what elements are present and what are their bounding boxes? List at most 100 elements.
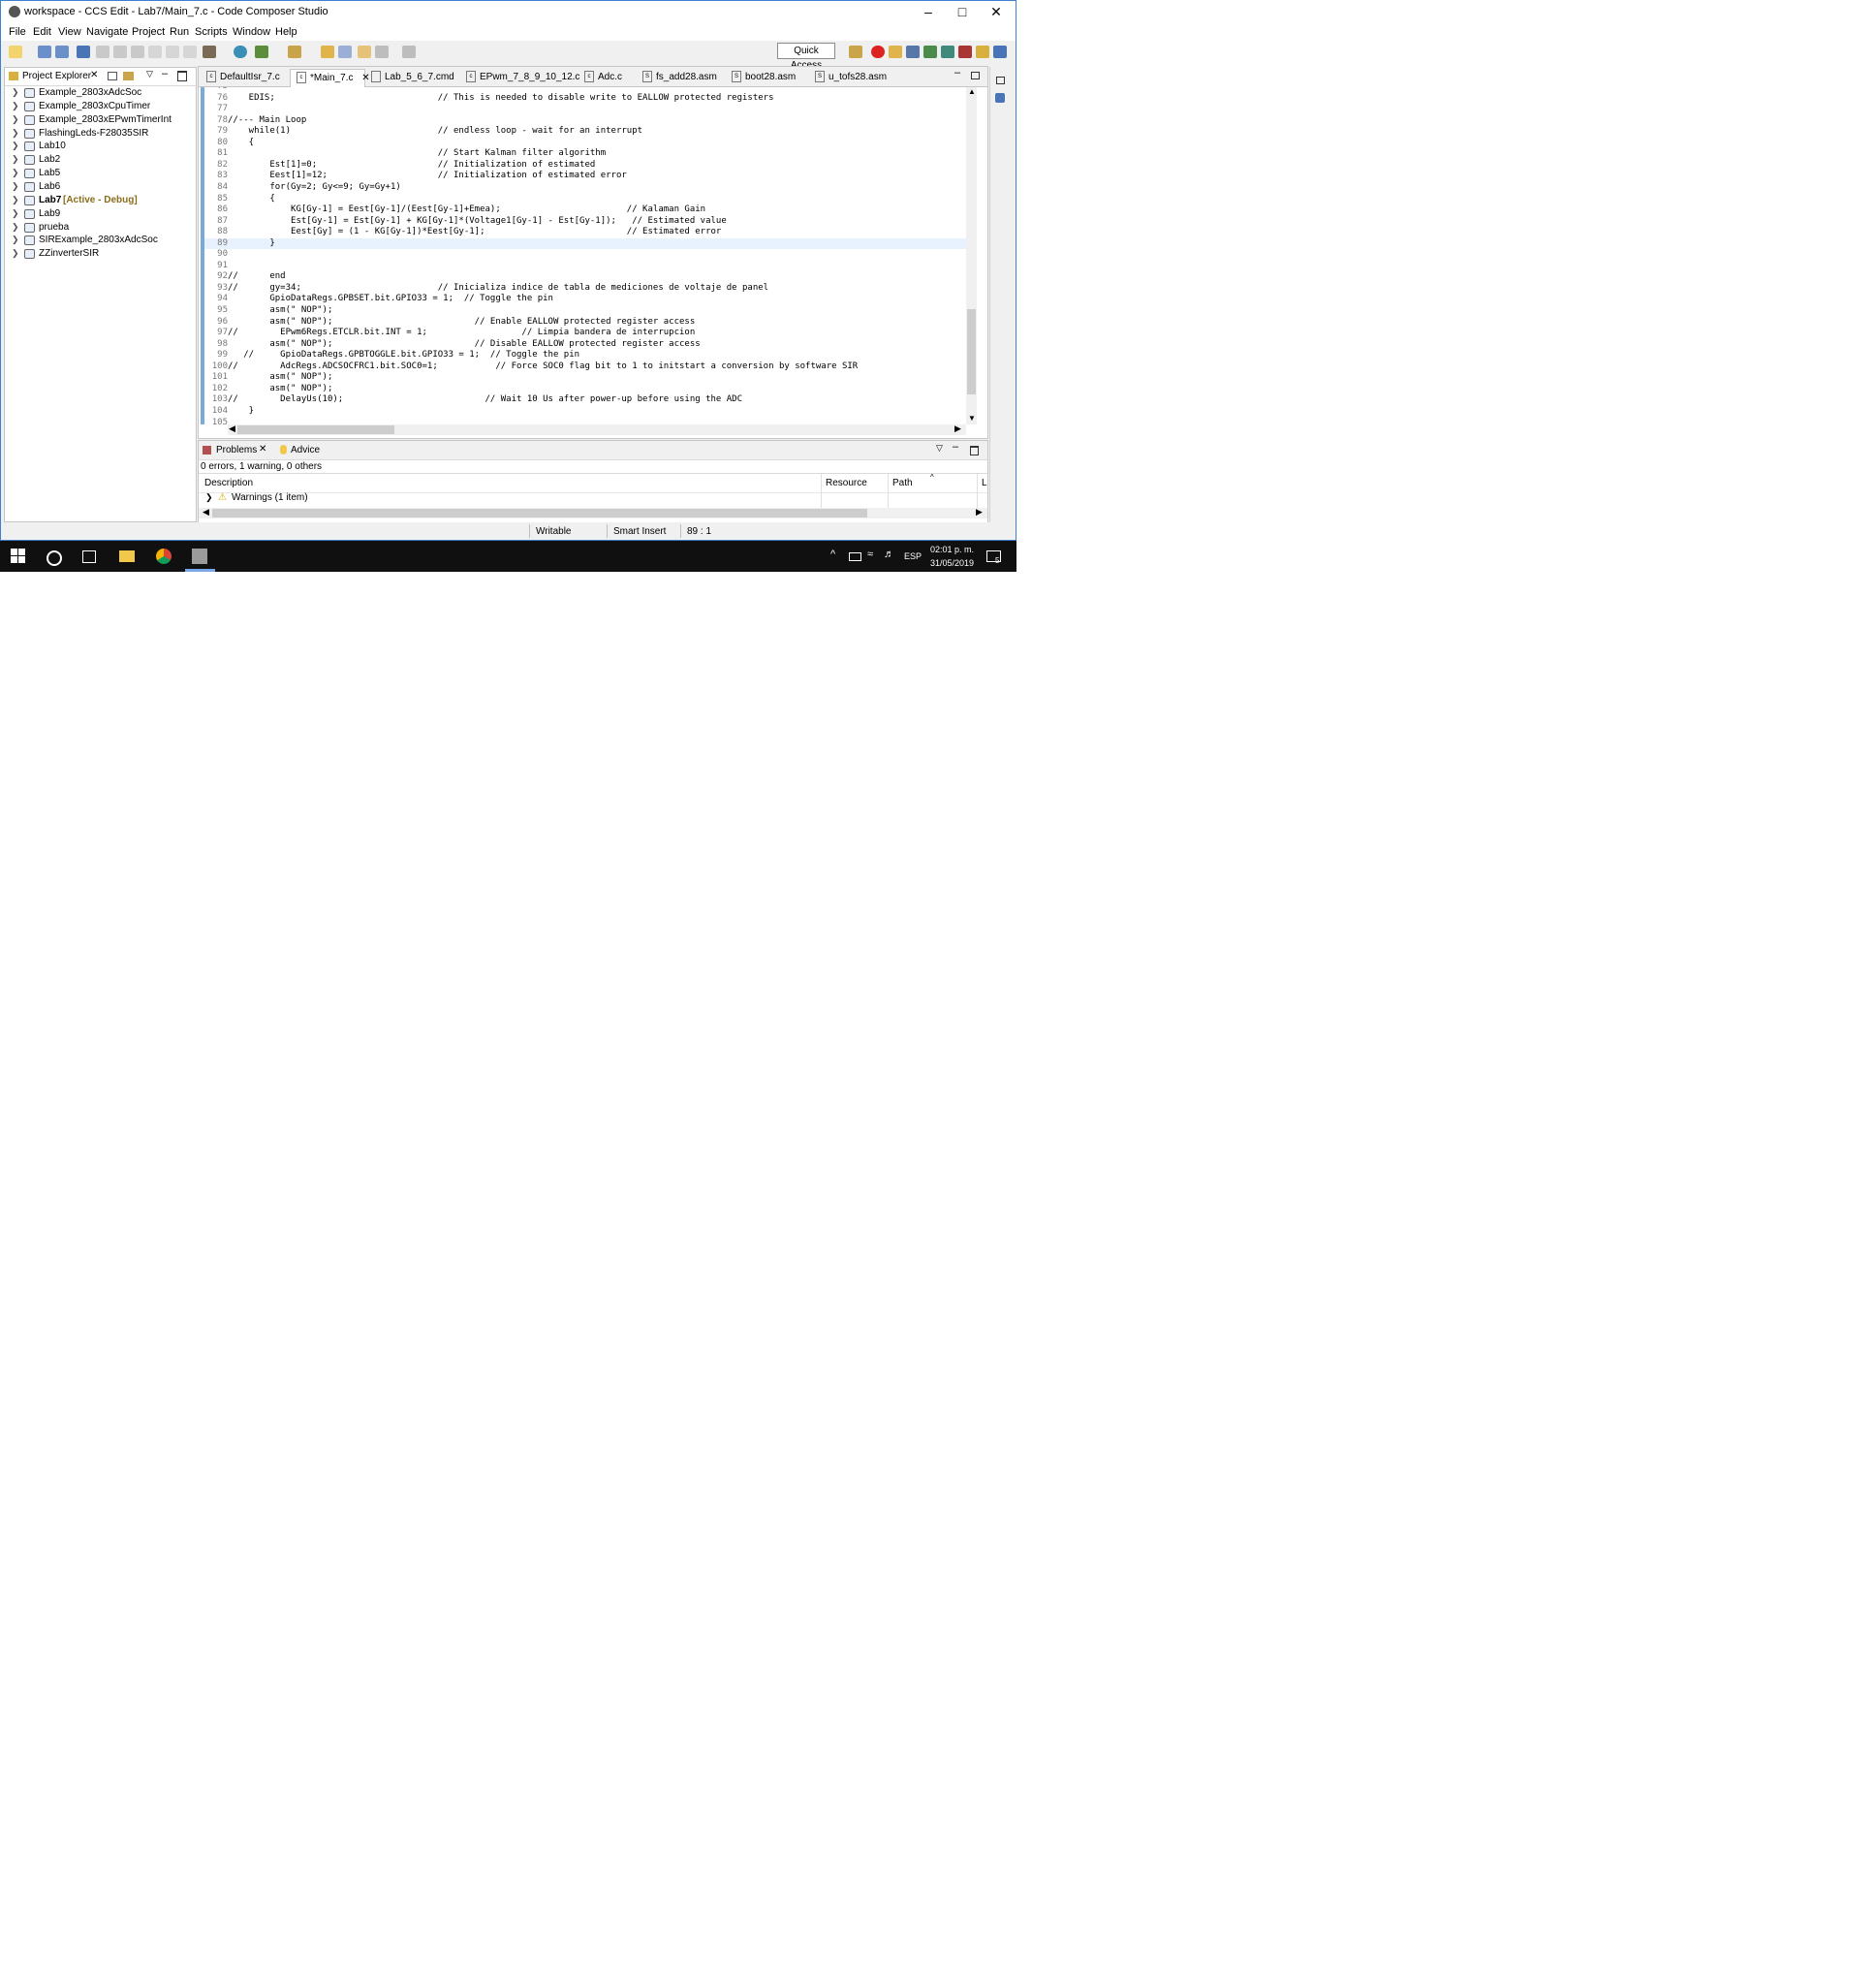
tab-defaultisr[interactable]: c DefaultIsr_7.c xyxy=(201,69,288,86)
scroll-left-icon[interactable]: ◀ xyxy=(229,424,235,434)
code-line[interactable]: 96 asm(" NOP"); // Enable EALLOW protect… xyxy=(204,317,966,328)
menu-project[interactable]: Project xyxy=(132,26,165,38)
perspective-window-icon[interactable] xyxy=(993,46,1007,58)
menu-view[interactable]: View xyxy=(58,26,81,38)
cortana-icon[interactable] xyxy=(47,550,62,566)
code-line[interactable]: 75 xyxy=(204,87,966,92)
search-icon[interactable] xyxy=(234,46,247,58)
code-line[interactable]: 83 Eest[1]=12; // Initialization of esti… xyxy=(204,171,966,181)
chevron-right-icon[interactable]: ❯ xyxy=(12,87,19,98)
chevron-right-icon[interactable]: ❯ xyxy=(12,181,19,192)
wifi-icon[interactable]: ≈ xyxy=(867,549,873,560)
last-edit-icon[interactable] xyxy=(358,46,371,58)
code-line[interactable]: 93// gy=34; // Inicializa indice de tabl… xyxy=(204,283,966,294)
close-button[interactable]: ✕ xyxy=(979,1,1014,23)
chevron-right-icon[interactable]: ❯ xyxy=(205,492,213,503)
task-view-icon[interactable] xyxy=(82,550,96,563)
tab-advice[interactable]: Advice xyxy=(291,445,320,455)
chevron-right-icon[interactable]: ❯ xyxy=(12,208,19,219)
menu-scripts[interactable]: Scripts xyxy=(195,26,228,38)
ccs-taskbar-icon[interactable] xyxy=(192,549,207,564)
stop-icon[interactable] xyxy=(871,46,885,58)
scroll-down-icon[interactable]: ▼ xyxy=(968,414,976,423)
chevron-right-icon[interactable]: ❯ xyxy=(12,248,19,259)
code-line[interactable]: 105 xyxy=(204,418,966,425)
tree-item[interactable]: ❯ Example_2803xCpuTimer xyxy=(5,101,196,113)
scroll-thumb[interactable] xyxy=(212,509,867,518)
tree-item[interactable]: ❯ FlashingLeds-F28035SIR xyxy=(5,128,196,141)
tab-boot28[interactable]: Sboot28.asm xyxy=(726,69,807,86)
step-return-icon[interactable] xyxy=(183,46,197,58)
menu-help[interactable]: Help xyxy=(275,26,297,38)
problems-hscroll[interactable]: ◀ ▶ xyxy=(199,507,987,518)
build-icon[interactable] xyxy=(77,46,90,58)
chevron-right-icon[interactable]: ❯ xyxy=(12,128,19,139)
toggle-mark-icon[interactable] xyxy=(338,46,352,58)
chevron-right-icon[interactable]: ❯ xyxy=(12,141,19,151)
volume-icon[interactable]: ♬ xyxy=(884,549,894,560)
debug-icon[interactable] xyxy=(255,46,268,58)
collapse-all-icon[interactable] xyxy=(108,72,117,80)
flash-icon[interactable] xyxy=(288,46,301,58)
code-line[interactable]: 98 asm(" NOP"); // Disable EALLOW protec… xyxy=(204,339,966,350)
maximize-editor-icon[interactable] xyxy=(971,72,980,79)
perspective-edit-icon[interactable] xyxy=(889,46,902,58)
hammer-icon[interactable] xyxy=(203,46,216,58)
scroll-thumb[interactable] xyxy=(967,309,976,394)
minimize-editor-icon[interactable]: – xyxy=(954,67,960,78)
column-description[interactable]: Description xyxy=(204,478,253,488)
code-line[interactable]: 92// end xyxy=(204,271,966,282)
tab-main[interactable]: c *Main_7.c ✕ xyxy=(290,69,370,87)
menu-run[interactable]: Run xyxy=(170,26,189,38)
code-line[interactable]: 81 // Start Kalman filter algorithm xyxy=(204,148,966,159)
code-line[interactable]: 101 asm(" NOP"); xyxy=(204,372,966,383)
tab-adc[interactable]: c Adc.c xyxy=(578,69,635,86)
project-explorer-title[interactable]: Project Explorer xyxy=(22,71,91,81)
file-explorer-icon[interactable] xyxy=(119,550,135,562)
code-line[interactable]: 97// EPwm6Regs.ETCLR.bit.INT = 1; // Lim… xyxy=(204,328,966,338)
step-into-icon[interactable] xyxy=(148,46,162,58)
perspective-bug-icon[interactable] xyxy=(923,46,937,58)
code-line[interactable]: 89 } xyxy=(204,237,966,249)
code-area[interactable]: 7576 EDIS; // This is needed to disable … xyxy=(204,87,966,424)
code-line[interactable]: 100// AdcRegs.ADCSOCFRC1.bit.SOC0=1; // … xyxy=(204,361,966,372)
clock-date[interactable]: 31/05/2019 xyxy=(930,558,974,568)
open-type-icon[interactable] xyxy=(321,46,334,58)
code-line[interactable]: 76 EDIS; // This is needed to disable wr… xyxy=(204,93,966,104)
tree-item[interactable]: [Active - Debug] ❯ Lab7 xyxy=(5,195,196,207)
code-line[interactable]: 79 while(1) // endless loop - wait for a… xyxy=(204,126,966,137)
chevron-right-icon[interactable]: ❯ xyxy=(12,154,19,165)
code-line[interactable]: 90 xyxy=(204,249,966,260)
scroll-right-icon[interactable]: ▶ xyxy=(976,507,983,518)
view-menu-icon[interactable]: ▽ xyxy=(146,69,153,79)
chevron-right-icon[interactable]: ❯ xyxy=(12,101,19,111)
clock-time[interactable]: 02:01 p. m. xyxy=(930,545,974,554)
back-icon[interactable] xyxy=(375,46,389,58)
minimize-view-icon[interactable]: – xyxy=(953,441,958,453)
chevron-right-icon[interactable]: ❯ xyxy=(12,235,19,245)
code-line[interactable]: 77 xyxy=(204,104,966,114)
menu-window[interactable]: Window xyxy=(233,26,270,38)
menu-file[interactable]: File xyxy=(9,26,26,38)
column-path[interactable]: Path xyxy=(892,478,913,488)
tab-fs-add28[interactable]: Sfs_add28.asm xyxy=(637,69,724,86)
code-line[interactable]: 102 asm(" NOP"); xyxy=(204,384,966,394)
column-location[interactable]: L xyxy=(982,478,987,488)
step-over-icon[interactable] xyxy=(166,46,179,58)
chevron-right-icon[interactable]: ❯ xyxy=(12,195,19,205)
code-line[interactable]: 104 } xyxy=(204,406,966,417)
code-line[interactable]: 103// DelayUs(10); // Wait 10 Us after p… xyxy=(204,394,966,405)
code-line[interactable]: 88 Eest[Gy] = (1 - KG[Gy-1])*Eest[Gy-1];… xyxy=(204,227,966,237)
code-line[interactable]: 82 Est[1]=0; // Initialization of estima… xyxy=(204,160,966,171)
maximize-view-icon[interactable] xyxy=(970,446,979,455)
code-line[interactable]: 95 asm(" NOP"); xyxy=(204,305,966,316)
suspend-icon[interactable] xyxy=(113,46,127,58)
code-line[interactable]: 80 { xyxy=(204,138,966,148)
tree-item[interactable]: ❯ Example_2803xAdcSoc xyxy=(5,87,196,100)
windows-start-icon[interactable] xyxy=(11,549,26,564)
horizontal-scrollbar[interactable]: ◀ ▶ xyxy=(228,424,966,435)
save-all-icon[interactable] xyxy=(55,46,69,58)
open-perspective-icon[interactable] xyxy=(849,46,862,58)
maximize-button[interactable]: □ xyxy=(945,1,980,23)
tree-item[interactable]: ❯ prueba xyxy=(5,222,196,235)
